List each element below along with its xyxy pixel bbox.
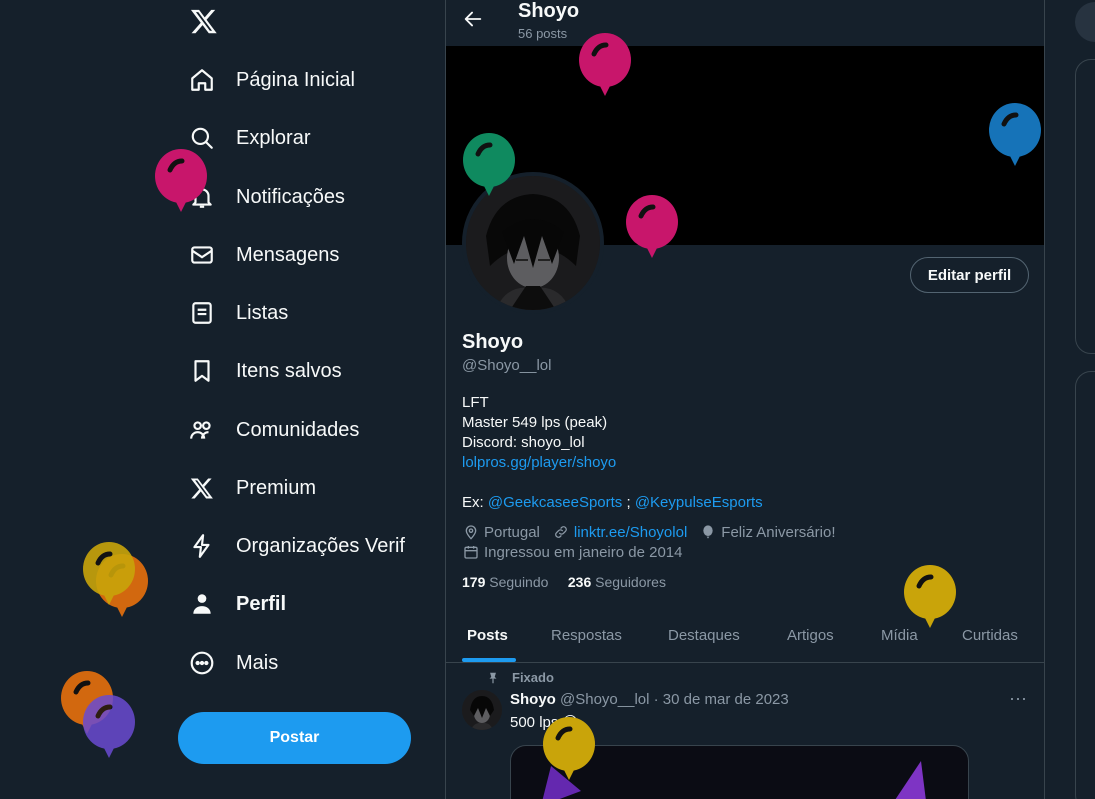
balloon-icon	[699, 523, 717, 541]
profile-joined: Ingressou em janeiro de 2014	[484, 543, 683, 561]
balloon-icon	[626, 195, 678, 258]
more-circle-icon	[188, 649, 216, 677]
nav-label: Listas	[236, 301, 289, 324]
people-icon	[188, 416, 216, 444]
balloon-icon	[463, 133, 515, 196]
post-button[interactable]: Postar	[178, 712, 411, 764]
profile-location: Portugal	[484, 523, 540, 541]
person-icon	[188, 590, 216, 618]
bio-line: Discord: shoyo_lol	[462, 434, 585, 451]
balloon-icon	[579, 33, 631, 96]
nav-label: Mais	[236, 651, 279, 674]
following-label: Seguindo	[489, 574, 549, 590]
nav-item-home[interactable]: Página Inicial	[188, 60, 355, 100]
mention-link[interactable]: @KeypulseEsports	[635, 494, 763, 511]
following-link[interactable]: 179 Seguindo	[462, 574, 548, 590]
bio-spacer	[462, 473, 763, 493]
nav-label: Notificações	[236, 185, 345, 208]
profile-birthday: Feliz Aniversário!	[721, 523, 836, 541]
nav-label: Perfil	[236, 592, 287, 615]
calendar-icon	[462, 543, 480, 561]
tab-likes[interactable]: Curtidas	[962, 612, 1018, 662]
nav-label: Itens salvos	[236, 359, 342, 382]
tab-articles[interactable]: Artigos	[787, 612, 834, 662]
tweet-header: Shoyo @Shoyo__lol · 30 de mar de 2023	[510, 691, 789, 708]
nav-item-more[interactable]: Mais	[188, 643, 278, 683]
envelope-icon	[188, 241, 216, 269]
bio-ex-prefix: Ex:	[462, 494, 488, 511]
pin-icon	[486, 671, 502, 685]
follow-stats: 179 Seguindo 236 Seguidores	[462, 574, 666, 590]
balloon-icon	[989, 103, 1041, 166]
nav-item-messages[interactable]: Mensagens	[188, 235, 339, 275]
right-card	[1075, 371, 1095, 799]
profile-bio: LFT Master 549 lps (peak) Discord: shoyo…	[462, 393, 763, 513]
lightning-icon	[188, 532, 216, 560]
balloon-icon	[904, 565, 956, 628]
bio-line: LFT	[462, 394, 489, 411]
nav-item-verified-orgs[interactable]: Organizações Verif	[188, 526, 405, 566]
nav-label: Comunidades	[236, 418, 360, 441]
bio-line: Master 549 lps (peak)	[462, 414, 608, 431]
profile-name: Shoyo	[462, 331, 524, 353]
tab-highlights[interactable]: Destaques	[668, 612, 740, 662]
tweet-author[interactable]: Shoyo	[510, 691, 556, 708]
balloon-icon	[83, 695, 135, 758]
nav-label: Organizações Verif	[236, 534, 405, 557]
edit-profile-button[interactable]: Editar perfil	[910, 257, 1029, 293]
header-post-count: 56 posts	[518, 26, 568, 41]
profile-column: Shoyo 56 posts Editar perfil Shoyo @Shoy…	[445, 0, 1045, 799]
tab-posts[interactable]: Posts	[467, 612, 508, 662]
profile-joined-row: Ingressou em janeiro de 2014	[462, 543, 682, 561]
nav-label: Página Inicial	[236, 68, 355, 91]
bio-separator: ;	[622, 494, 635, 511]
bio-ex-line: Ex: @GeekcaseeSports ; @KeypulseEsports	[462, 493, 763, 513]
tab-replies[interactable]: Respostas	[551, 612, 622, 662]
back-arrow-icon[interactable]	[462, 8, 486, 32]
profile-meta-row: Portugal linktr.ee/Shoyolol Feliz Aniver…	[462, 523, 836, 541]
tweet-handle-date[interactable]: @Shoyo__lol · 30 de mar de 2023	[560, 691, 789, 708]
search-box[interactable]	[1075, 2, 1095, 42]
header-profile-name: Shoyo	[518, 0, 580, 22]
profile-website-link[interactable]: linktr.ee/Shoyolol	[574, 524, 687, 541]
pinned-label: Fixado	[512, 670, 554, 685]
mention-link[interactable]: @GeekcaseeSports	[488, 494, 622, 511]
nav-label: Premium	[236, 476, 317, 499]
profile-handle: @Shoyo__lol	[462, 357, 552, 374]
nav-item-profile[interactable]: Perfil	[188, 584, 286, 624]
followers-label: Seguidores	[595, 574, 666, 590]
nav-label: Mensagens	[236, 243, 340, 266]
list-icon	[188, 299, 216, 327]
home-icon	[188, 66, 216, 94]
balloon-icon	[543, 717, 595, 780]
balloon-icon	[155, 149, 207, 212]
tweet-more-button[interactable]: ···	[1009, 688, 1027, 709]
nav-label: Explorar	[236, 126, 311, 149]
bookmark-icon	[188, 357, 216, 385]
balloon-icon	[83, 542, 135, 605]
nav-item-communities[interactable]: Comunidades	[188, 410, 359, 450]
bio-link[interactable]: lolpros.gg/player/shoyo	[462, 453, 763, 473]
link-icon	[552, 523, 570, 541]
tweet-avatar[interactable]	[462, 690, 502, 730]
location-icon	[462, 523, 480, 541]
right-card	[1075, 59, 1095, 354]
profile-header-bar: Shoyo 56 posts	[446, 0, 1044, 46]
nav-item-notifications[interactable]: Notificações	[188, 177, 345, 217]
x-logo-icon[interactable]	[190, 6, 218, 36]
following-count: 179	[462, 574, 486, 590]
x-premium-icon	[188, 474, 216, 502]
nav-item-premium[interactable]: Premium	[188, 468, 316, 508]
pinned-label-row: Fixado	[486, 670, 554, 685]
followers-count: 236	[567, 574, 592, 590]
nav-item-bookmarks[interactable]: Itens salvos	[188, 351, 342, 391]
active-tab-indicator	[462, 658, 516, 662]
nav-item-lists[interactable]: Listas	[188, 293, 288, 333]
followers-link[interactable]: 236 Seguidores	[568, 574, 666, 590]
